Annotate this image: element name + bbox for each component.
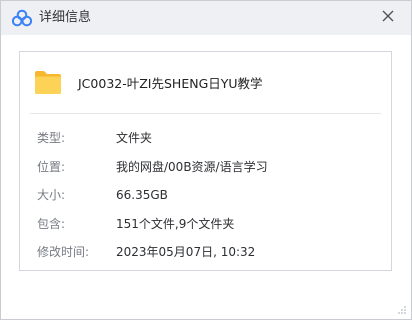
property-row-modified: 修改时间: 2023年05月07日, 10:32 bbox=[20, 244, 391, 260]
app-logo-icon bbox=[12, 9, 32, 27]
folder-icon bbox=[35, 71, 61, 94]
divider bbox=[30, 113, 381, 114]
property-row-type: 类型: 文件夹 bbox=[20, 130, 391, 146]
property-value: 2023年05月07日, 10:32 bbox=[116, 245, 256, 259]
property-value: 文件夹 bbox=[116, 131, 153, 145]
file-name: JC0032-叶ZI先SHENG日YU教学 bbox=[78, 76, 263, 91]
property-value: 66.35GB bbox=[116, 188, 168, 202]
property-label: 修改时间: bbox=[37, 245, 90, 259]
property-row-size: 大小: 66.35GB bbox=[20, 187, 391, 203]
property-row-location: 位置: 我的网盘/00B资源/语言学习 bbox=[20, 159, 391, 175]
title-bar[interactable]: 详细信息 bbox=[1, 1, 411, 35]
dialog-title: 详细信息 bbox=[39, 10, 92, 25]
property-label: 位置: bbox=[37, 160, 66, 174]
property-label: 大小: bbox=[37, 188, 66, 202]
property-row-contains: 包含: 151个文件,9个文件夹 bbox=[20, 216, 391, 232]
property-label: 类型: bbox=[37, 131, 66, 145]
property-value: 151个文件,9个文件夹 bbox=[116, 217, 235, 231]
close-icon[interactable] bbox=[379, 7, 397, 25]
property-label: 包含: bbox=[37, 217, 66, 231]
details-panel: JC0032-叶ZI先SHENG日YU教学 类型: 文件夹 位置: 我的网盘/0… bbox=[19, 51, 392, 271]
details-dialog: 详细信息 JC0032-叶ZI先SHENG日YU教学 类型: 文件夹 位置: 我… bbox=[0, 0, 412, 320]
property-value: 我的网盘/00B资源/语言学习 bbox=[116, 160, 268, 174]
resize-grip-icon[interactable] bbox=[397, 305, 407, 315]
